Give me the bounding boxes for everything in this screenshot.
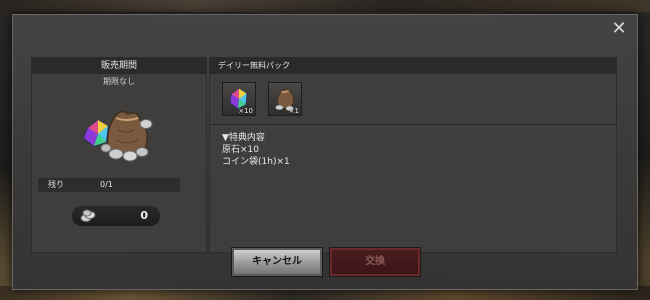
exchange-button[interactable]: 交換 — [329, 247, 421, 277]
pack-details: ▼特典内容 原石×10 コイン袋(1h)×1 — [222, 132, 290, 168]
details-line: コイン袋(1h)×1 — [222, 157, 290, 167]
item-slot-coin-bag[interactable]: ×1 — [268, 82, 302, 116]
remaining-label: 残り — [48, 180, 64, 189]
details-line: 原石×10 — [222, 145, 259, 155]
remaining-row: 残り 0/1 — [38, 178, 180, 192]
pack-title: デイリー無料パック — [210, 58, 616, 74]
item-quantity: ×10 — [238, 107, 253, 115]
cancel-button[interactable]: キャンセル — [231, 247, 323, 277]
close-icon: ✕ — [611, 18, 627, 39]
price-display: 0 — [72, 206, 160, 226]
close-button[interactable]: ✕ — [609, 19, 629, 39]
price-value: 0 — [140, 209, 148, 222]
background-top-strip — [0, 0, 650, 12]
panel-divider — [210, 124, 616, 125]
details-heading: ▼特典内容 — [222, 133, 265, 143]
bundle-image — [83, 111, 153, 162]
sale-period-title: 販売期間 — [32, 58, 206, 74]
coin-icon — [80, 209, 96, 222]
sale-info-panel: 販売期間 期限なし 残り 0/1 0 — [31, 57, 207, 253]
purchase-dialog: ✕ 販売期間 期限なし 残り 0/1 0 デイリー無料パック ×10 ×1 ▼特… — [12, 14, 638, 290]
sale-period-value: 期限なし — [103, 77, 135, 86]
item-quantity: ×1 — [288, 107, 299, 115]
pack-info-panel: デイリー無料パック ×10 ×1 ▼特典内容 原石×10 コイン袋(1h)×1 — [209, 57, 617, 253]
item-slot-gem[interactable]: ×10 — [222, 82, 256, 116]
remaining-value: 0/1 — [100, 180, 113, 189]
